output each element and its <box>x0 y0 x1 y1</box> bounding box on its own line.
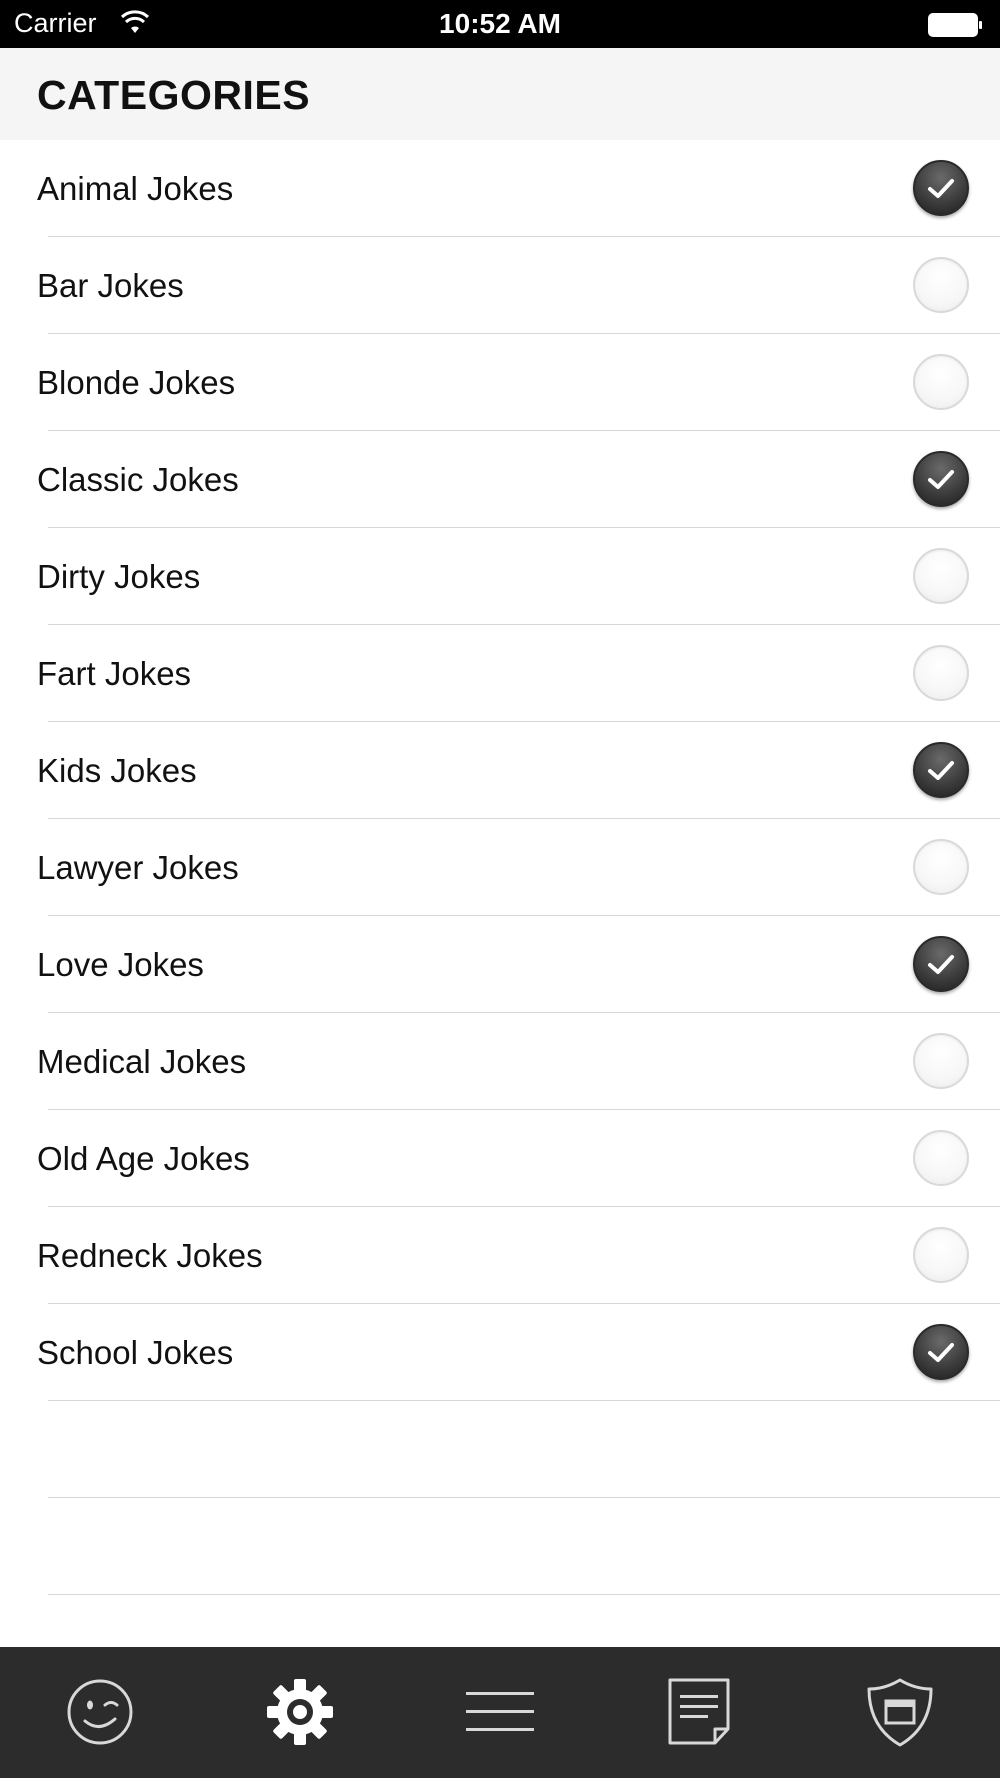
category-row[interactable]: Medical Jokes <box>37 1013 1000 1110</box>
category-row[interactable]: Redneck Jokes <box>37 1207 1000 1304</box>
category-row[interactable]: Fart Jokes <box>37 625 1000 722</box>
unchecked-circle-icon[interactable] <box>913 645 969 701</box>
unchecked-circle-icon[interactable] <box>913 1227 969 1283</box>
checkmark-icon[interactable] <box>913 160 969 216</box>
category-label: Animal Jokes <box>37 170 234 207</box>
wink-face-icon <box>67 1679 133 1745</box>
category-label: Kids Jokes <box>37 752 197 789</box>
category-label: Classic Jokes <box>37 461 239 498</box>
battery-icon <box>928 13 982 37</box>
checkmark-icon[interactable] <box>913 451 969 507</box>
category-row[interactable]: Lawyer Jokes <box>37 819 1000 916</box>
status-bar: Carrier 10:52 AM <box>0 0 1000 48</box>
category-label: Lawyer Jokes <box>37 849 239 886</box>
gear-icon <box>267 1679 333 1745</box>
status-time: 10:52 AM <box>439 8 561 39</box>
category-row[interactable]: Animal Jokes <box>37 140 1000 237</box>
tab-jokes[interactable] <box>0 1647 200 1778</box>
unchecked-circle-icon[interactable] <box>913 354 969 410</box>
category-row[interactable]: Bar Jokes <box>37 237 1000 334</box>
category-row[interactable]: Blonde Jokes <box>37 334 1000 431</box>
category-label: Love Jokes <box>37 946 204 983</box>
checkmark-icon[interactable] <box>913 1324 969 1380</box>
category-row[interactable]: Dirty Jokes <box>37 528 1000 625</box>
menu-lines-icon <box>466 1692 534 1731</box>
app-screen: Carrier 10:52 AM CATEGORIES Animal Jokes… <box>0 0 1000 1778</box>
note-icon <box>668 1678 730 1745</box>
unchecked-circle-icon[interactable] <box>913 1033 969 1089</box>
tab-notes[interactable] <box>600 1647 800 1778</box>
page-title: CATEGORIES <box>37 72 311 118</box>
unchecked-circle-icon[interactable] <box>913 257 969 313</box>
category-label: Old Age Jokes <box>37 1140 250 1177</box>
category-label: School Jokes <box>37 1334 234 1371</box>
category-row[interactable]: Kids Jokes <box>37 722 1000 819</box>
checkmark-icon[interactable] <box>913 742 969 798</box>
unchecked-circle-icon[interactable] <box>913 1130 969 1186</box>
category-row[interactable]: Love Jokes <box>37 916 1000 1013</box>
unchecked-circle-icon[interactable] <box>913 839 969 895</box>
category-label: Dirty Jokes <box>37 558 201 595</box>
category-row[interactable]: Classic Jokes <box>37 431 1000 528</box>
category-label: Bar Jokes <box>37 267 184 304</box>
header: CATEGORIES <box>0 48 1000 140</box>
categories-list: Animal Jokes Bar Jokes Blonde Jokes Clas… <box>0 140 1000 1595</box>
shield-icon <box>867 1678 933 1747</box>
category-label: Medical Jokes <box>37 1043 247 1080</box>
empty-row <box>48 1401 1000 1498</box>
unchecked-circle-icon[interactable] <box>913 548 969 604</box>
tab-settings[interactable] <box>200 1647 400 1778</box>
tab-privacy[interactable] <box>800 1647 1000 1778</box>
tab-bar <box>0 1647 1000 1778</box>
checkmark-icon[interactable] <box>913 936 969 992</box>
category-label: Redneck Jokes <box>37 1237 263 1274</box>
category-row[interactable]: Old Age Jokes <box>37 1110 1000 1207</box>
category-row[interactable]: School Jokes <box>37 1304 1000 1401</box>
category-label: Blonde Jokes <box>37 364 236 401</box>
empty-row <box>48 1498 1000 1595</box>
category-label: Fart Jokes <box>37 655 192 692</box>
tab-menu[interactable] <box>400 1647 600 1778</box>
